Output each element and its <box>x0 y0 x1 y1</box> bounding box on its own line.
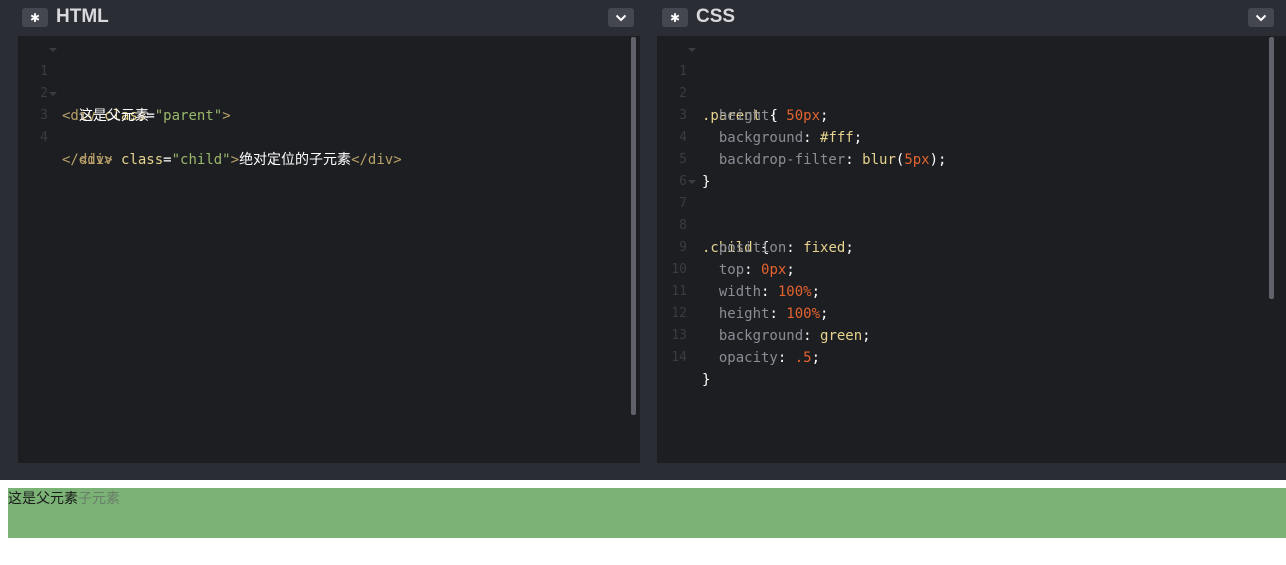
code-line: 10 width: 100%; <box>657 237 1286 300</box>
css-scrollbar[interactable] <box>1269 37 1274 299</box>
chevron-down-icon <box>1255 14 1267 21</box>
code-line: 9 top: 0px; <box>657 215 1286 278</box>
html-scrollbar[interactable] <box>631 37 636 415</box>
code-line: 12 background: green; <box>657 281 1286 344</box>
css-panel-header: ✱ CSS <box>649 0 1286 36</box>
tag-close: > <box>230 152 240 168</box>
code-line: 7 .child { <box>657 171 1286 256</box>
code-line: 1 <div class="parent"> <box>18 39 640 124</box>
gear-icon: ✱ <box>29 10 41 25</box>
attr-equals: = <box>163 152 172 168</box>
css-code-editor[interactable]: 1 .parent { 2 height: 50px; 3 background… <box>657 36 1286 463</box>
html-panel-title: HTML <box>56 6 109 27</box>
chevron-down-icon <box>615 14 627 21</box>
code-line: 2 height: 50px; <box>657 61 1286 124</box>
child-element-overlay <box>8 488 1286 538</box>
code-line: 3 background: #fff; <box>657 83 1286 146</box>
code-line: 4 </div> <box>18 105 640 168</box>
code-line: 11 height: 100%; <box>657 259 1286 322</box>
parent-element-text: 这是父元素 <box>8 491 78 507</box>
child-element-text: 子元素 <box>78 491 120 507</box>
css-value: .5 <box>794 350 812 366</box>
code-line: 5 } <box>657 127 1286 190</box>
attr-name: class <box>121 152 164 168</box>
code-line: 6 <box>657 149 1286 189</box>
code-line: 3 <div class="child">绝对定位的子元素</div> <box>18 83 640 168</box>
css-editor-panel: ✱ CSS 1 .parent { 2 height: 50px; 3 back… <box>649 0 1286 480</box>
html-panel-header: ✱ HTML <box>0 0 640 36</box>
tag-end: </div> <box>62 152 113 168</box>
html-settings-button[interactable]: ✱ <box>22 8 48 27</box>
code-line: 1 .parent { <box>657 39 1286 124</box>
gear-icon: ✱ <box>669 10 681 25</box>
css-options-button[interactable] <box>1248 8 1274 27</box>
text-node: 绝对定位的子元素 <box>239 152 352 168</box>
html-code-editor[interactable]: 1 <div class="parent"> 2 这是父元素 3 <div cl… <box>18 36 640 463</box>
code-line: 14 } <box>657 325 1286 388</box>
tag-end: </div> <box>351 152 402 168</box>
attr-value: "child" <box>171 152 231 168</box>
code-line: 2 这是父元素 <box>18 61 640 124</box>
brace: } <box>702 372 711 388</box>
editor-area: ✱ HTML 1 <div class="parent"> 2 这是父元素 3 <box>0 0 1286 480</box>
css-panel-title: CSS <box>696 6 736 27</box>
line-number: 4 <box>40 130 48 145</box>
fold-arrow-icon[interactable] <box>49 92 57 96</box>
preview-text: 这是父元素子元素 <box>8 489 120 509</box>
css-settings-button[interactable]: ✱ <box>662 8 688 27</box>
line-number: 14 <box>671 350 687 365</box>
html-editor-panel: ✱ HTML 1 <div class="parent"> 2 这是父元素 3 <box>0 0 640 480</box>
result-preview: 这是父元素子元素 <box>0 480 1286 565</box>
fold-arrow-icon[interactable] <box>49 48 57 52</box>
fold-arrow-icon[interactable] <box>688 180 696 184</box>
code-line: 4 backdrop-filter: blur(5px); <box>657 105 1286 168</box>
html-options-button[interactable] <box>608 8 634 27</box>
code-line: 13 opacity: .5; <box>657 303 1286 366</box>
fold-arrow-icon[interactable] <box>688 48 696 52</box>
code-line: 8 position: fixed; <box>657 193 1286 256</box>
